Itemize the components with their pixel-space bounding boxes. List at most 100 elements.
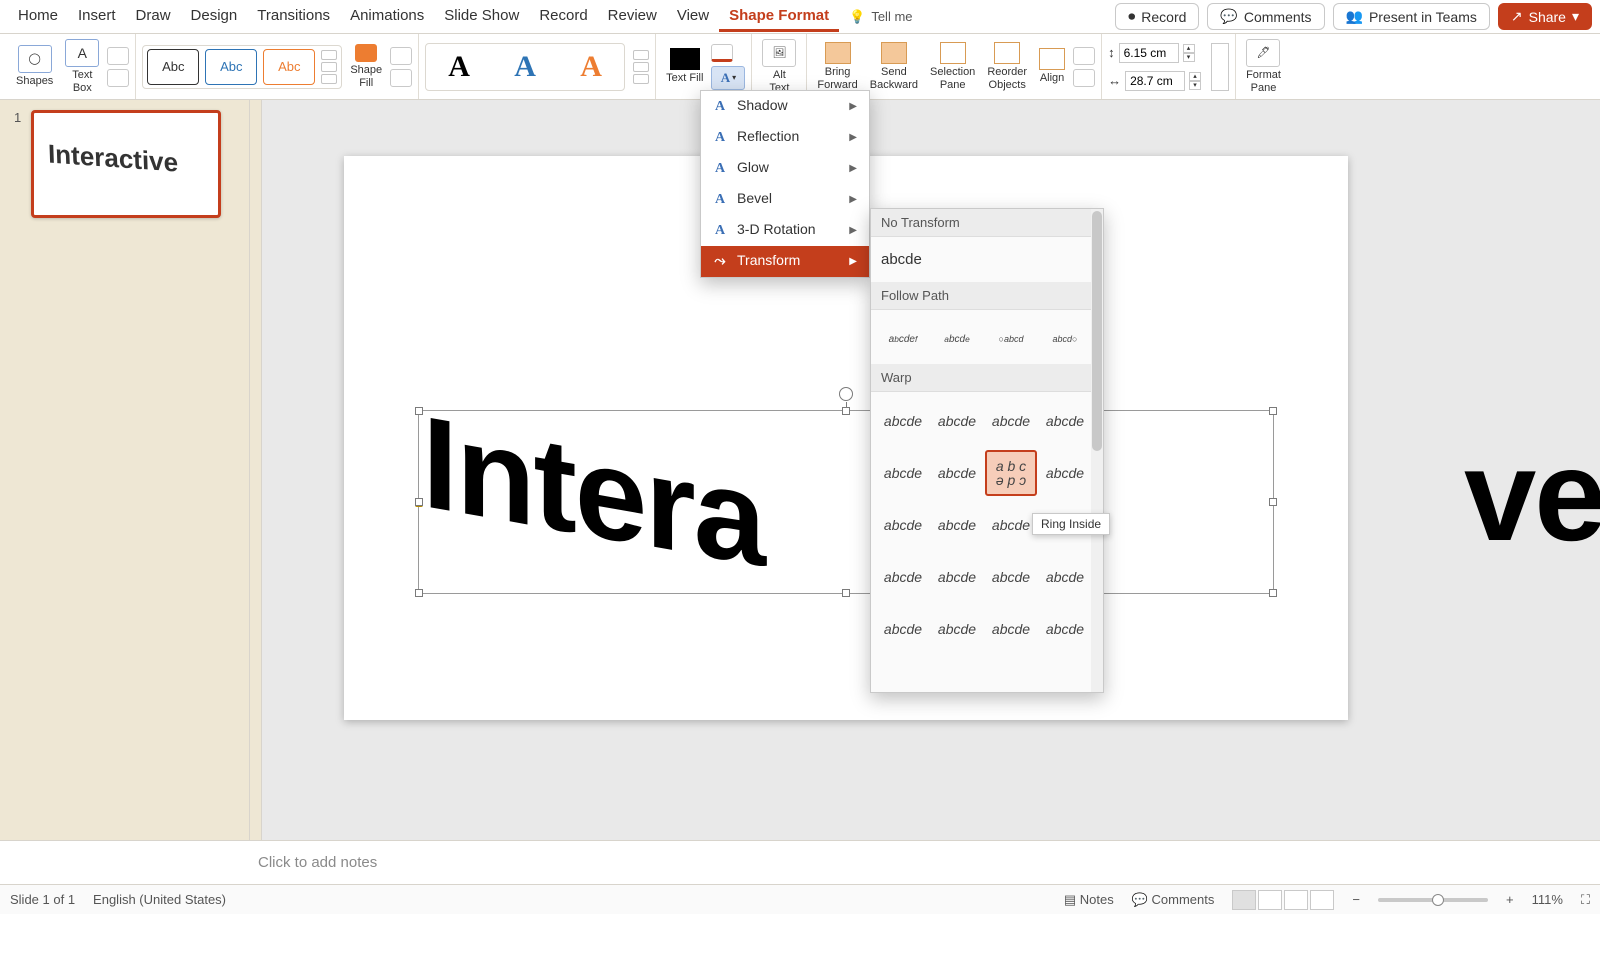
warp-1[interactable]: abcde (877, 398, 929, 444)
tab-view[interactable]: View (667, 1, 719, 32)
warp-18[interactable]: abcde (931, 606, 983, 652)
tab-review[interactable]: Review (598, 1, 667, 32)
zoom-out[interactable]: − (1352, 892, 1360, 907)
status-notes-toggle[interactable]: ▤ Notes (1064, 892, 1114, 908)
alt-text-button[interactable]: 🖼 Alt Text (758, 37, 800, 95)
warp-4[interactable]: abcde (1039, 398, 1091, 444)
rotation-handle[interactable] (839, 387, 853, 401)
follow-path-1[interactable]: abcdef (877, 316, 929, 362)
shape-effects-button[interactable] (390, 69, 412, 87)
text-outline-button[interactable] (711, 44, 733, 62)
warp-13[interactable]: abcde (877, 554, 929, 600)
tab-home[interactable]: Home (8, 1, 68, 32)
resize-handle-n[interactable] (842, 407, 850, 415)
text-fill-button[interactable]: Text Fill (662, 46, 707, 86)
gallery-scroll[interactable] (321, 50, 337, 84)
text-box-button[interactable]: A Text Box (61, 37, 103, 95)
wordart-styles-gallery[interactable]: A A A (425, 43, 625, 91)
tab-shape-format[interactable]: Shape Format (719, 1, 839, 32)
fx-bevel[interactable]: ABevel▶ (701, 184, 869, 215)
warp-9[interactable]: abcde (877, 502, 929, 548)
resize-handle-ne[interactable] (1269, 407, 1277, 415)
selection-pane-button[interactable]: Selection Pane (926, 40, 979, 92)
record-button[interactable]: ⏺ Record (1115, 3, 1199, 30)
fx-reflection[interactable]: AReflection▶ (701, 122, 869, 153)
warp-10[interactable]: abcde (931, 502, 983, 548)
size-launcher[interactable] (1211, 43, 1229, 91)
follow-path-3[interactable]: ○abcd (985, 316, 1037, 362)
resize-handle-e[interactable] (1269, 498, 1277, 506)
shape-style-3[interactable]: Abc (263, 49, 315, 85)
tab-slideshow[interactable]: Slide Show (434, 1, 529, 32)
tab-animations[interactable]: Animations (340, 1, 434, 32)
insert-shapes-button[interactable]: ◯ Shapes (12, 43, 57, 89)
warp-19[interactable]: abcde (985, 606, 1037, 652)
shape-height-input[interactable] (1119, 43, 1179, 63)
warp-5[interactable]: abcde (877, 450, 929, 496)
format-pane-button[interactable]: 🖊 Format Pane (1242, 37, 1285, 95)
shape-style-1[interactable]: Abc (147, 49, 199, 85)
warp-11[interactable]: abcde (985, 502, 1037, 548)
warp-8[interactable]: abcde (1039, 450, 1091, 496)
warp-16[interactable]: abcde (1039, 554, 1091, 600)
fx-transform[interactable]: ⤳Transform▶ (701, 246, 869, 277)
warp-3[interactable]: abcde (985, 398, 1037, 444)
follow-path-4[interactable]: abcd○ (1039, 316, 1091, 362)
present-teams-button[interactable]: 👥 Present in Teams (1333, 3, 1490, 30)
warp-6[interactable]: abcde (931, 450, 983, 496)
slide-thumbnail-1[interactable]: Interactive (31, 110, 221, 218)
tab-design[interactable]: Design (181, 1, 248, 32)
tell-me[interactable]: 💡 Tell me (849, 9, 912, 25)
resize-handle-s[interactable] (842, 589, 850, 597)
reorder-objects-button[interactable]: Reorder Objects (983, 40, 1031, 92)
fx-glow[interactable]: AGlow▶ (701, 153, 869, 184)
zoom-in[interactable]: + (1506, 892, 1514, 907)
share-button[interactable]: ↗ Share ▾ (1498, 3, 1592, 30)
align-button[interactable]: Align (1035, 46, 1069, 86)
warp-20[interactable]: abcde (1039, 606, 1091, 652)
warp-14[interactable]: abcde (931, 554, 983, 600)
status-comments-toggle[interactable]: 💬 Comments (1132, 892, 1215, 908)
slide-thumbnail-panel[interactable]: 1 Interactive (0, 100, 250, 840)
no-transform-option[interactable]: abcde (871, 237, 1103, 282)
group-button[interactable] (1073, 47, 1095, 65)
fit-to-window[interactable]: ⛶ (1581, 892, 1590, 908)
fx-shadow[interactable]: AShadow▶ (701, 91, 869, 122)
zoom-percent[interactable]: 111% (1532, 892, 1563, 907)
shape-width-input[interactable] (1125, 71, 1185, 91)
wordart-scroll[interactable] (633, 50, 649, 84)
warp-15[interactable]: abcde (985, 554, 1037, 600)
bring-forward-button[interactable]: Bring Forward (813, 40, 861, 92)
view-slideshow[interactable] (1310, 890, 1334, 910)
view-sorter[interactable] (1258, 890, 1282, 910)
view-normal[interactable] (1232, 890, 1256, 910)
resize-handle-sw[interactable] (415, 589, 423, 597)
warp-17[interactable]: abcde (877, 606, 929, 652)
shape-outline-button[interactable] (390, 47, 412, 65)
panel-splitter[interactable] (250, 100, 262, 840)
height-stepper[interactable]: ▴▾ (1183, 44, 1195, 62)
tab-record[interactable]: Record (529, 1, 597, 32)
tab-draw[interactable]: Draw (126, 1, 181, 32)
wordart-style-2[interactable]: A (514, 50, 536, 84)
send-backward-button[interactable]: Send Backward (866, 40, 922, 92)
zoom-slider[interactable] (1378, 898, 1488, 902)
view-reading[interactable] (1284, 890, 1308, 910)
shape-styles-gallery[interactable]: Abc Abc Abc (142, 45, 342, 89)
transform-scrollbar[interactable] (1091, 209, 1103, 692)
status-language[interactable]: English (United States) (93, 892, 226, 907)
warp-ring-inside[interactable]: a b cə p ɔ (985, 450, 1037, 496)
wordart-style-3[interactable]: A (580, 50, 602, 84)
shape-style-2[interactable]: Abc (205, 49, 257, 85)
tab-transitions[interactable]: Transitions (247, 1, 340, 32)
shape-fill-button[interactable]: Shape Fill (346, 42, 386, 90)
rotate-button[interactable] (1073, 69, 1095, 87)
comments-button[interactable]: 💬 Comments (1207, 3, 1324, 30)
notes-pane[interactable]: Click to add notes (0, 840, 1600, 884)
merge-shapes-button[interactable] (107, 69, 129, 87)
wordart-style-1[interactable]: A (448, 50, 470, 84)
warp-2[interactable]: abcde (931, 398, 983, 444)
edit-shape-button[interactable] (107, 47, 129, 65)
tab-insert[interactable]: Insert (68, 1, 126, 32)
resize-handle-se[interactable] (1269, 589, 1277, 597)
